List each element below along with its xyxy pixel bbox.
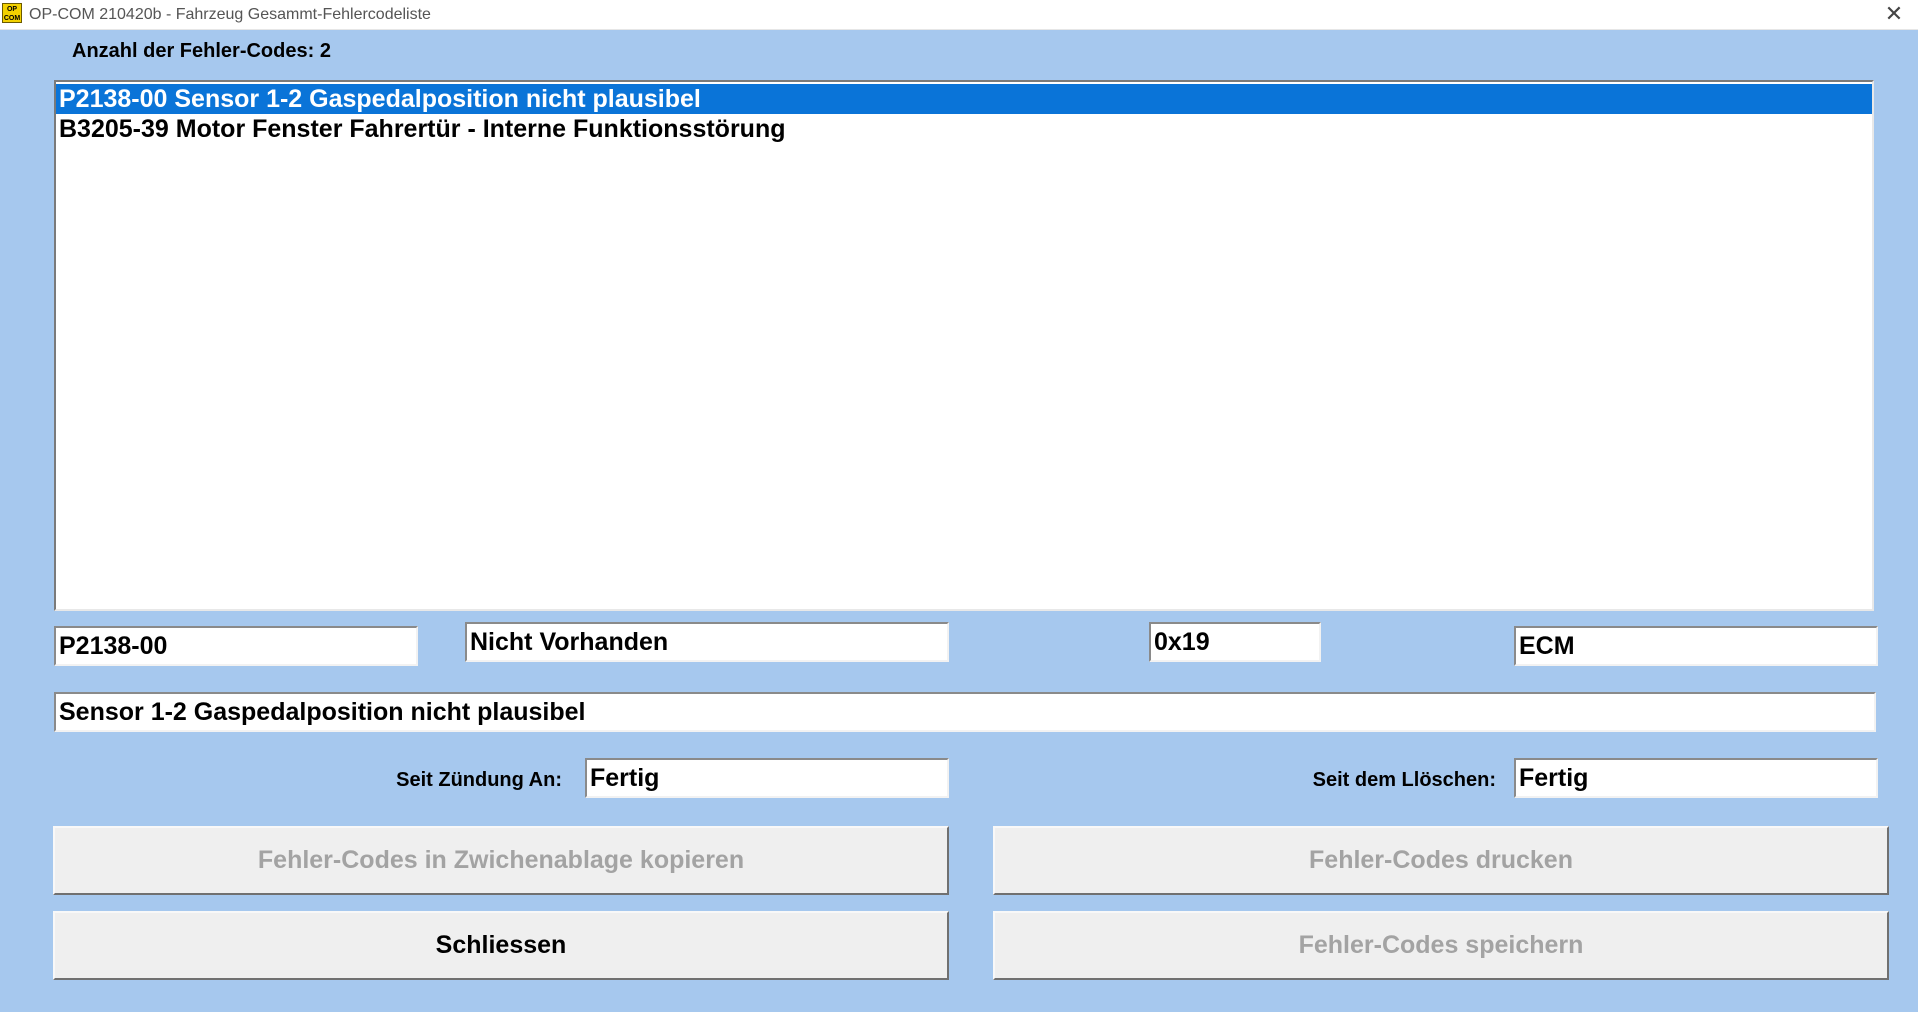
opcom-app-icon: OP COM [2, 3, 22, 23]
window-title: OP-COM 210420b - Fahrzeug Gesammt-Fehler… [29, 6, 431, 23]
print-codes-button[interactable]: Fehler-Codes drucken [993, 826, 1889, 895]
error-code-list[interactable]: P2138-00 Sensor 1-2 Gaspedalposition nic… [54, 80, 1874, 611]
hex-field: 0x19 [1149, 622, 1321, 662]
code-field: P2138-00 [54, 626, 418, 666]
status-field: Nicht Vorhanden [465, 622, 949, 662]
save-codes-button[interactable]: Fehler-Codes speichern [993, 911, 1889, 980]
close-button[interactable]: Schliessen [53, 911, 949, 980]
since-clear-field: Fertig [1514, 758, 1878, 798]
since-clear-label: Seit dem Llöschen: [1312, 769, 1496, 791]
list-item[interactable]: B3205-39 Motor Fenster Fahrertür - Inter… [56, 114, 1872, 144]
error-count-label: Anzahl der Fehler-Codes: 2 [72, 40, 331, 62]
close-window-icon[interactable]: ✕ [1882, 2, 1906, 26]
title-bar: OP COM OP-COM 210420b - Fahrzeug Gesammt… [0, 0, 1918, 30]
copy-to-clipboard-button[interactable]: Fehler-Codes in Zwichenablage kopieren [53, 826, 949, 895]
list-item[interactable]: P2138-00 Sensor 1-2 Gaspedalposition nic… [56, 84, 1872, 114]
since-ignition-label: Seit Zündung An: [396, 769, 562, 791]
description-field: Sensor 1-2 Gaspedalposition nicht plausi… [54, 692, 1876, 732]
since-ignition-field: Fertig [585, 758, 949, 798]
module-field: ECM [1514, 626, 1878, 666]
